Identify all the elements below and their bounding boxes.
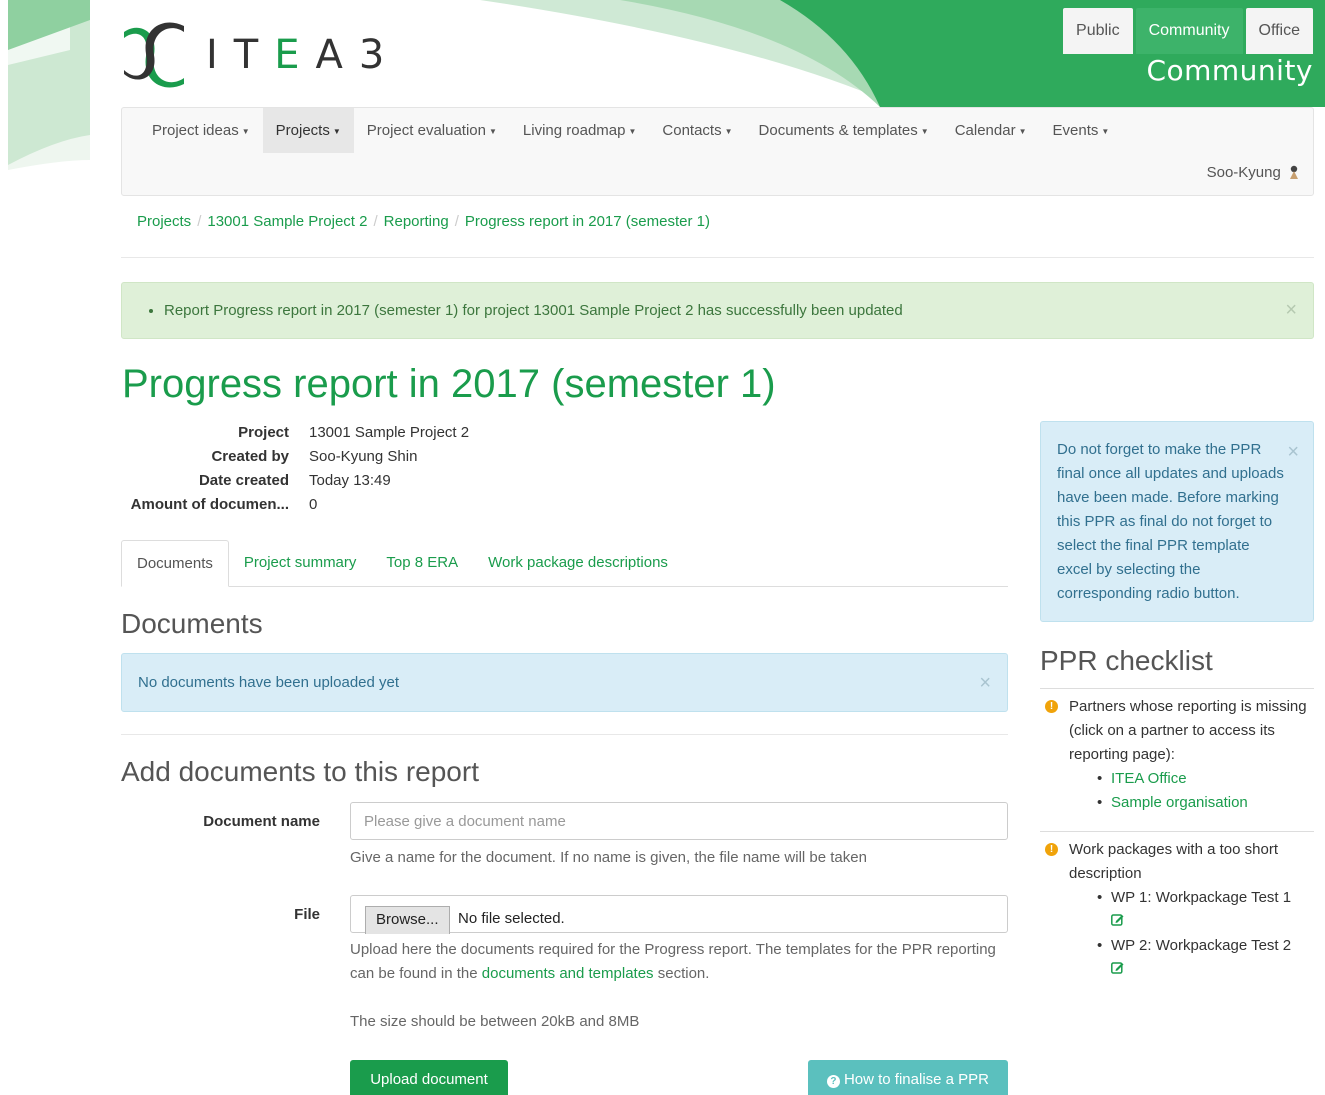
- caret-down-icon: ▼: [628, 126, 637, 136]
- file-input[interactable]: Browse... No file selected.: [350, 895, 1008, 934]
- no-file-selected: No file selected.: [458, 910, 565, 927]
- tab-work-package-descriptions[interactable]: Work package descriptions: [473, 540, 683, 587]
- divider: [121, 257, 1314, 258]
- checklist-text: Work packages with a too short descripti…: [1069, 841, 1278, 882]
- documents-heading: Documents: [121, 608, 263, 639]
- detail-label: Project: [238, 424, 289, 441]
- documents-templates-link[interactable]: documents and templates: [482, 965, 654, 982]
- nav-documents-templates[interactable]: Documents & templates ▼: [746, 108, 942, 153]
- warning-icon: !: [1045, 843, 1058, 856]
- caret-down-icon: ▼: [489, 126, 497, 136]
- upload-document-button[interactable]: Upload document: [350, 1060, 508, 1095]
- caret-down-icon: ▼: [724, 126, 733, 136]
- document-count-value: 0: [309, 496, 318, 513]
- warning-icon: !: [1045, 700, 1058, 713]
- file-label: File: [294, 906, 320, 923]
- tab-project-summary[interactable]: Project summary: [229, 540, 372, 587]
- file-help: Upload here the documents required for t…: [350, 941, 996, 982]
- reminder-text: Do not forget to make the PPR final once…: [1057, 441, 1284, 602]
- breadcrumb-project[interactable]: 13001 Sample Project 2: [207, 213, 367, 230]
- partner-link-sample-organisation[interactable]: Sample organisation: [1111, 794, 1248, 811]
- tab-top-8-era[interactable]: Top 8 ERA: [371, 540, 473, 587]
- close-icon[interactable]: ×: [979, 672, 991, 695]
- workpackage-item: WP 2: Workpackage Test 2: [1111, 937, 1292, 954]
- site-tab-community[interactable]: Community: [1135, 8, 1243, 54]
- breadcrumb: Projects/13001 Sample Project 2/Reportin…: [137, 213, 710, 230]
- add-documents-heading: Add documents to this report: [121, 756, 479, 787]
- project-link[interactable]: 13001 Sample Project 2: [309, 423, 469, 447]
- site-switcher: Public Community Office: [1060, 8, 1313, 54]
- caret-down-icon: ▼: [920, 126, 929, 136]
- checklist-heading: PPR checklist: [1040, 645, 1213, 676]
- browse-button[interactable]: Browse...: [365, 906, 450, 934]
- main-navbar: Project ideas ▼ Projects ▼ Project evaluat…: [121, 107, 1314, 196]
- how-to-finalise-button[interactable]: ? How to finalise a PPR: [808, 1060, 1008, 1095]
- checklist-short-descriptions: ! Work packages with a too short descrip…: [1040, 831, 1314, 991]
- nav-project-ideas[interactable]: Project ideas ▼: [139, 108, 263, 153]
- nav-living-roadmap[interactable]: Living roadmap ▼: [510, 108, 649, 153]
- success-message: Report Progress report in 2017 (semester…: [164, 302, 1313, 319]
- ppr-final-reminder: Do not forget to make the PPR final once…: [1040, 421, 1314, 622]
- close-icon[interactable]: ×: [1285, 299, 1297, 322]
- detail-label: Date created: [198, 472, 289, 489]
- date-created-value: Today 13:49: [309, 472, 391, 489]
- caret-down-icon: ▼: [332, 126, 341, 136]
- edit-icon[interactable]: [1111, 961, 1124, 974]
- breadcrumb-reporting[interactable]: Reporting: [384, 213, 449, 230]
- file-size-help: The size should be between 20kB and 8MB: [350, 1013, 640, 1030]
- partner-link-itea-office[interactable]: ITEA Office: [1111, 770, 1187, 787]
- document-name-help: Give a name for the document. If no name…: [350, 849, 867, 866]
- nav-projects[interactable]: Projects ▼: [262, 108, 354, 153]
- page-title: Progress report in 2017 (semester 1): [122, 362, 776, 406]
- breadcrumb-current[interactable]: Progress report in 2017 (semester 1): [465, 213, 710, 230]
- itea3-logo[interactable]: ITEA3: [120, 22, 400, 88]
- document-name-input[interactable]: [350, 802, 1008, 840]
- site-tab-public[interactable]: Public: [1063, 8, 1133, 54]
- nav-calendar[interactable]: Calendar ▼: [942, 108, 1040, 153]
- no-documents-message: No documents have been uploaded yet: [138, 674, 400, 691]
- checklist-missing-reporting: ! Partners whose reporting is missing (c…: [1040, 688, 1314, 830]
- workpackage-item: WP 1: Workpackage Test 1: [1111, 889, 1292, 906]
- nav-contacts[interactable]: Contacts ▼: [649, 108, 745, 153]
- success-alert: Report Progress report in 2017 (semester…: [121, 282, 1314, 339]
- no-documents-alert: No documents have been uploaded yet ×: [121, 653, 1008, 712]
- logo-mark-icon: [124, 22, 184, 88]
- nav-project-evaluation[interactable]: Project evaluation ▼: [354, 108, 510, 153]
- edit-icon[interactable]: [1111, 913, 1124, 926]
- checklist-text: Partners whose reporting is missing (cli…: [1069, 698, 1307, 763]
- caret-down-icon: ▼: [241, 126, 250, 136]
- document-name-label: Document name: [203, 813, 320, 830]
- nav-events[interactable]: Events ▼: [1040, 108, 1123, 153]
- caret-down-icon: ▼: [1101, 126, 1110, 136]
- created-by-value: Soo-Kyung Shin: [309, 448, 418, 465]
- site-heading: Community: [1146, 54, 1313, 87]
- detail-label: Created by: [211, 448, 289, 465]
- detail-label: Amount of documen...: [130, 496, 289, 513]
- user-menu[interactable]: Soo-Kyung: [1207, 164, 1299, 181]
- divider: [121, 734, 1008, 735]
- caret-down-icon: ▼: [1018, 126, 1027, 136]
- report-details: Project 13001 Sample Project 2 Created by…: [121, 423, 469, 519]
- site-tab-office[interactable]: Office: [1245, 8, 1313, 54]
- logo-wordmark: ITEA3: [206, 32, 401, 78]
- close-icon[interactable]: ×: [1287, 440, 1299, 464]
- breadcrumb-projects[interactable]: Projects: [137, 213, 191, 230]
- user-icon: [1290, 165, 1298, 179]
- tab-documents[interactable]: Documents: [121, 540, 229, 587]
- question-circle-icon: ?: [826, 1075, 840, 1088]
- report-tabs: Documents Project summary Top 8 ERA Work…: [121, 540, 1008, 587]
